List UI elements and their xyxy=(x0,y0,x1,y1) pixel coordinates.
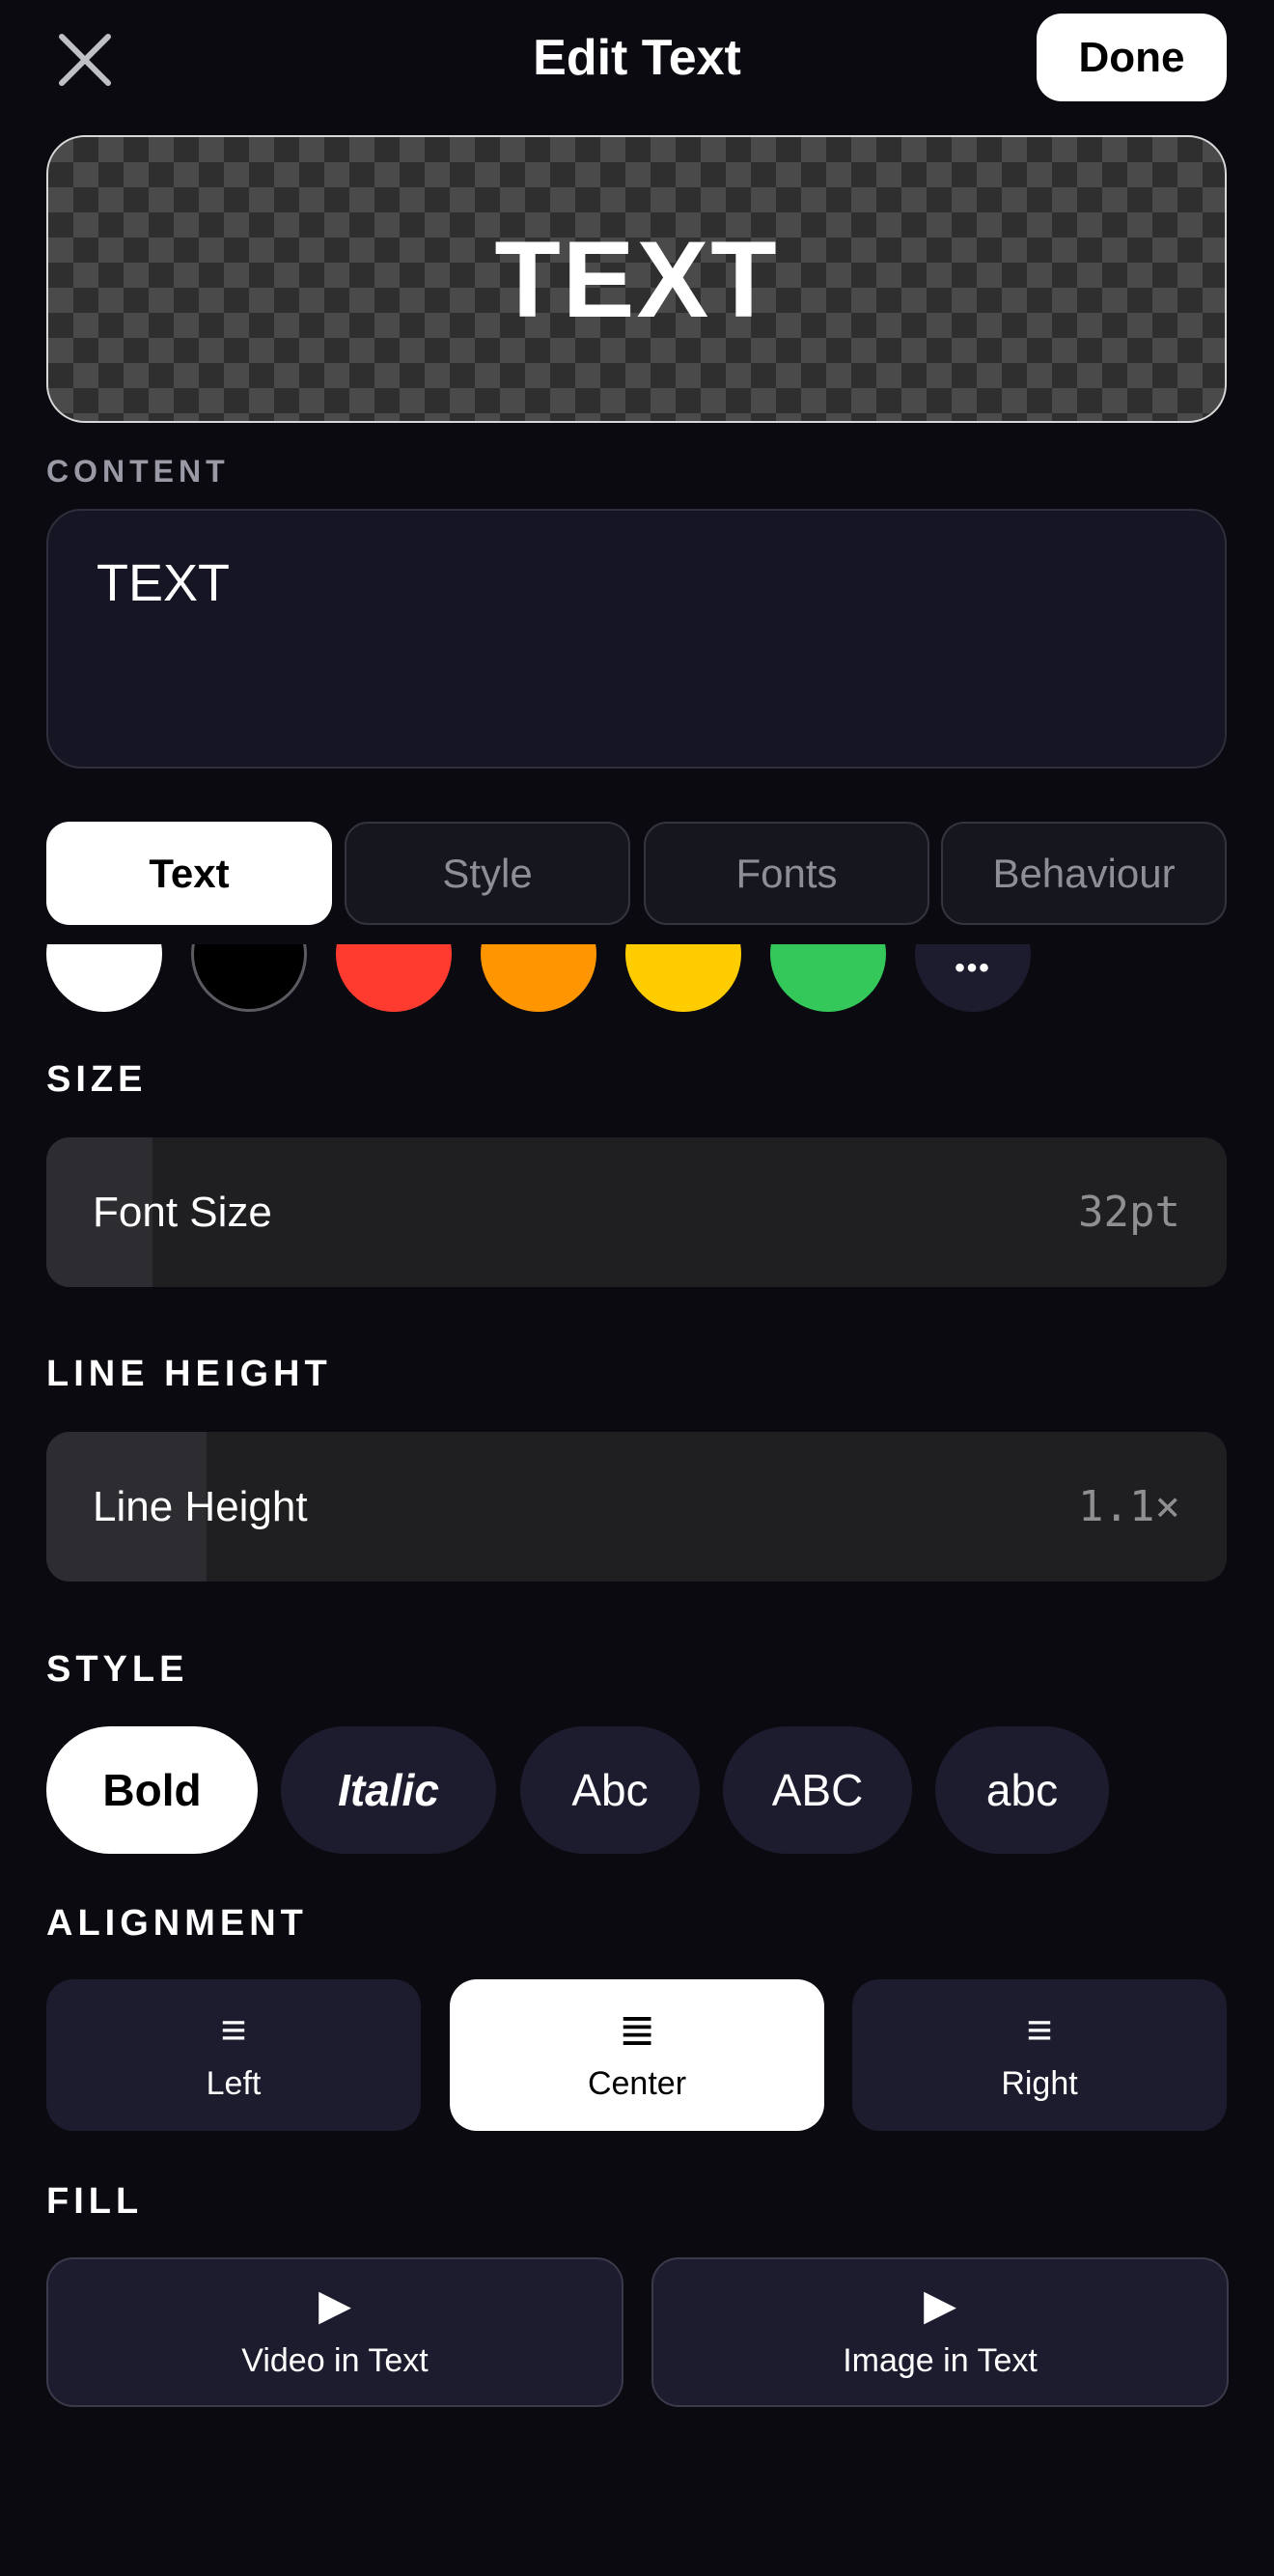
align-right-button[interactable]: ≡ Right xyxy=(852,1979,1227,2131)
size-section-label: SIZE xyxy=(46,1059,148,1100)
fill-section-label: FILL xyxy=(46,2181,144,2222)
align-center-icon: ≣ xyxy=(618,2004,656,2055)
font-size-label: Font Size xyxy=(93,1188,272,1236)
more-dots-icon: ••• xyxy=(955,952,991,984)
preview-text: TEXT xyxy=(494,218,779,340)
tab-style[interactable]: Style xyxy=(345,822,630,925)
color-swatch-green[interactable] xyxy=(770,944,886,1012)
style-italic-button[interactable]: Italic xyxy=(281,1726,496,1854)
line-height-label: Line Height xyxy=(93,1482,308,1530)
style-capitalize-button[interactable]: Abc xyxy=(520,1726,700,1854)
color-swatch-orange[interactable] xyxy=(481,944,596,1012)
style-uppercase-button[interactable]: ABC xyxy=(723,1726,912,1854)
style-section-label: STYLE xyxy=(46,1649,189,1690)
align-center-button[interactable]: ≣ Center xyxy=(450,1979,824,2131)
align-left-icon: ≡ xyxy=(220,2004,247,2055)
align-center-label: Center xyxy=(587,2065,687,2102)
font-size-value: 32pt xyxy=(1078,1188,1180,1237)
align-right-label: Right xyxy=(1001,2065,1078,2102)
style-bold-button[interactable]: Bold xyxy=(46,1726,258,1854)
video-in-text-label: Video in Text xyxy=(241,2342,429,2379)
line-height-section-label: LINE HEIGHT xyxy=(46,1354,332,1394)
line-height-value: 1.1× xyxy=(1078,1482,1180,1531)
video-in-text-button[interactable]: ▶ Video in Text xyxy=(46,2257,623,2407)
align-left-label: Left xyxy=(206,2065,262,2102)
play-icon: ▶ xyxy=(924,2282,956,2329)
image-in-text-button[interactable]: ▶ Image in Text xyxy=(651,2257,1229,2407)
close-x-icon xyxy=(59,34,111,86)
tab-fonts[interactable]: Fonts xyxy=(644,822,929,925)
done-button[interactable]: Done xyxy=(1037,14,1227,101)
play-icon: ▶ xyxy=(318,2282,351,2329)
image-in-text-label: Image in Text xyxy=(843,2342,1038,2379)
align-right-icon: ≡ xyxy=(1026,2004,1053,2055)
content-input[interactable] xyxy=(46,509,1227,769)
style-lowercase-button[interactable]: abc xyxy=(935,1726,1109,1854)
content-label: CONTENT xyxy=(46,454,230,489)
color-swatch-yellow[interactable] xyxy=(625,944,741,1012)
text-preview: TEXT xyxy=(46,135,1227,423)
color-swatch-red[interactable] xyxy=(336,944,452,1012)
color-swatch-white[interactable] xyxy=(46,944,162,1012)
font-size-slider[interactable]: Font Size 32pt xyxy=(46,1137,1227,1287)
color-swatch-row: ••• xyxy=(46,944,1227,1012)
tab-text[interactable]: Text xyxy=(46,822,332,925)
more-colors-button[interactable]: ••• xyxy=(915,944,1031,1012)
close-button[interactable] xyxy=(46,21,124,98)
alignment-section-label: ALIGNMENT xyxy=(46,1903,308,1944)
color-swatch-black[interactable] xyxy=(191,944,307,1012)
line-height-slider[interactable]: Line Height 1.1× xyxy=(46,1432,1227,1582)
tab-behaviour[interactable]: Behaviour xyxy=(941,822,1227,925)
align-left-button[interactable]: ≡ Left xyxy=(46,1979,421,2131)
